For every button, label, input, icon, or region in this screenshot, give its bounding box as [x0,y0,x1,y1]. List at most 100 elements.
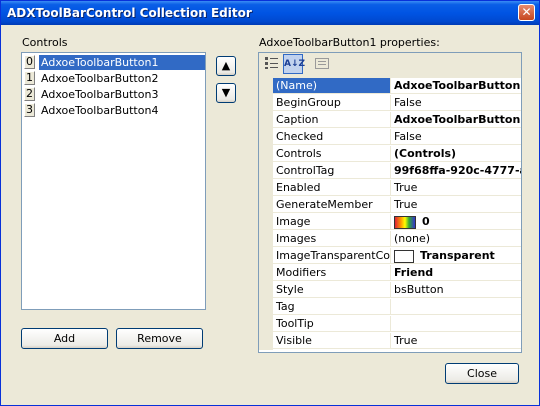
property-row-margin [259,316,273,333]
property-value[interactable]: False [391,129,521,145]
close-icon: ✕ [521,5,532,19]
property-value[interactable] [391,316,521,332]
property-row-margin [259,146,273,163]
property-row-margin [259,282,273,299]
list-item-label: AdxoeToolbarButton4 [41,104,159,117]
property-pages-button[interactable] [312,54,332,74]
property-row[interactable]: Checked False [259,129,521,146]
property-value[interactable]: 99f68ffa-920c-4777-a [391,163,521,179]
list-item-index: 0 [24,55,35,69]
property-row-margin [259,299,273,316]
property-row[interactable]: GenerateMember True [259,197,521,214]
property-name: ToolTip [273,316,391,332]
list-item-label: AdxoeToolbarButton1 [39,55,205,70]
property-row-margin [259,265,273,282]
controls-listbox[interactable]: 0 AdxoeToolbarButton1 1 AdxoeToolbarButton2… [21,52,206,310]
property-name: Visible [273,333,391,349]
list-item[interactable]: 0 AdxoeToolbarButton1 [24,55,205,70]
property-name: Images [273,231,391,247]
list-item-label: AdxoeToolbarButton3 [41,88,159,101]
property-row[interactable]: Images (none) [259,231,521,248]
property-name: Modifiers [273,265,391,281]
property-row-margin [259,197,273,214]
property-value[interactable]: True [391,197,521,213]
property-row[interactable]: Controls (Controls) [259,146,521,163]
property-row[interactable]: ImageTransparentColor Transparent [259,248,521,265]
property-value[interactable]: AdxoeToolbarButton1 [391,78,521,94]
property-value[interactable] [391,299,521,315]
arrow-down-icon: ▼ [221,86,231,99]
close-button-label: Close [467,367,497,380]
property-row[interactable]: BeginGroup False [259,95,521,112]
list-item[interactable]: 2 AdxoeToolbarButton3 [24,87,205,102]
categorized-icon [265,57,278,69]
property-value[interactable]: Friend [391,265,521,281]
property-row[interactable]: Visible True [259,333,521,350]
property-value[interactable]: bsButton [391,282,521,298]
property-row[interactable]: Image 0 [259,214,521,231]
property-value-text: 99f68ffa-920c-4777-a [394,164,521,177]
property-row[interactable]: ControlTag 99f68ffa-920c-4777-a [259,163,521,180]
property-name: Style [273,282,391,298]
alphabetical-icon: A↓Z [284,59,306,69]
property-row-margin [259,78,273,95]
property-value[interactable]: AdxoeToolbarButton1 [391,112,521,128]
close-button[interactable]: Close [445,363,519,384]
property-row[interactable]: Style bsButton [259,282,521,299]
property-row[interactable]: Tag [259,299,521,316]
list-item-index: 1 [24,71,35,85]
property-value[interactable]: True [391,333,521,349]
property-row[interactable]: (Name) AdxoeToolbarButton1 [259,78,521,95]
property-row[interactable]: Caption AdxoeToolbarButton1 [259,112,521,129]
property-value[interactable]: 0 [391,214,521,230]
move-up-button[interactable]: ▲ [216,56,236,76]
property-grid: A↓Z (Name) AdxoeToolbarButton1 BeginGroup F… [258,52,522,353]
property-row-margin [259,112,273,129]
list-item-index: 3 [24,103,35,117]
title-bar[interactable]: ADXToolBarControl Collection Editor ✕ [1,1,539,25]
alphabetical-button[interactable]: A↓Z [283,54,306,74]
property-value[interactable]: (Controls) [391,146,521,162]
add-button[interactable]: Add [21,328,108,349]
add-button-label: Add [53,332,76,345]
property-value-text: True [394,198,418,211]
property-row-margin [259,248,273,265]
property-row-margin [259,214,273,231]
property-value[interactable]: True [391,180,521,196]
property-value-text: (Controls) [394,147,457,160]
remove-button[interactable]: Remove [116,328,203,349]
property-value[interactable]: False [391,95,521,111]
property-row[interactable]: ToolTip [259,316,521,333]
property-name: Checked [273,129,391,145]
property-value-text: Transparent [420,249,495,262]
property-pages-icon [315,58,329,69]
property-value-text: AdxoeToolbarButton1 [394,79,521,92]
image-preview-icon [394,215,416,229]
property-grid-toolbar: A↓Z [259,53,521,75]
property-name: GenerateMember [273,197,391,213]
window-close-button[interactable]: ✕ [518,4,535,21]
property-row-margin [259,180,273,197]
property-value[interactable]: (none) [391,231,521,247]
property-value-text: AdxoeToolbarButton1 [394,113,521,126]
property-row-margin [259,333,273,350]
remove-button-label: Remove [137,332,182,345]
property-name: Caption [273,112,391,128]
property-name: Enabled [273,180,391,196]
list-item-index: 2 [24,87,35,101]
list-item[interactable]: 3 AdxoeToolbarButton4 [24,103,205,118]
property-grid-body: (Name) AdxoeToolbarButton1 BeginGroup False… [259,78,521,352]
property-value-text: False [394,130,422,143]
move-down-button[interactable]: ▼ [216,83,236,103]
property-row[interactable]: Modifiers Friend [259,265,521,282]
property-value-text: True [394,181,418,194]
property-value-text: bsButton [394,283,444,296]
property-name: (Name) [273,78,391,94]
property-value-text: Friend [394,266,434,279]
property-value[interactable]: Transparent [391,248,521,264]
property-row[interactable]: Enabled True [259,180,521,197]
list-item[interactable]: 1 AdxoeToolbarButton2 [24,71,205,86]
property-name: BeginGroup [273,95,391,111]
window-title: ADXToolBarControl Collection Editor [7,6,252,20]
categorized-button[interactable] [262,54,282,74]
